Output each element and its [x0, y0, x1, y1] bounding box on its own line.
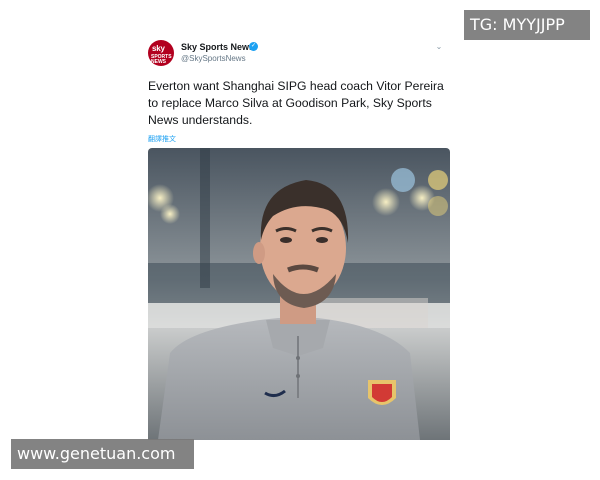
photo-of-coach-icon — [148, 148, 450, 440]
watermark-top-right: TG: MYYJJPP — [464, 10, 590, 40]
translate-link[interactable]: 翻譯推文 — [148, 134, 176, 144]
avatar-logo-text: NEWS — [151, 59, 166, 65]
tweet-photo[interactable] — [148, 148, 450, 440]
display-name[interactable]: Sky Sports News — [181, 42, 254, 52]
avatar[interactable]: sky SPORTS NEWS — [148, 40, 174, 66]
tweet-header: sky SPORTS NEWS Sky Sports News ✓ @SkySp… — [148, 40, 448, 70]
account-handle[interactable]: @SkySportsNews — [181, 54, 246, 63]
tweet-card: sky SPORTS NEWS Sky Sports News ✓ @SkySp… — [140, 36, 456, 440]
tweet-text: Everton want Shanghai SIPG head coach Vi… — [148, 79, 444, 127]
verified-icon: ✓ — [249, 42, 258, 51]
watermark-bottom-left: www.genetuan.com — [11, 439, 194, 469]
avatar-logo-text: sky — [152, 44, 165, 53]
chevron-down-icon[interactable]: ⌄ — [434, 42, 444, 52]
